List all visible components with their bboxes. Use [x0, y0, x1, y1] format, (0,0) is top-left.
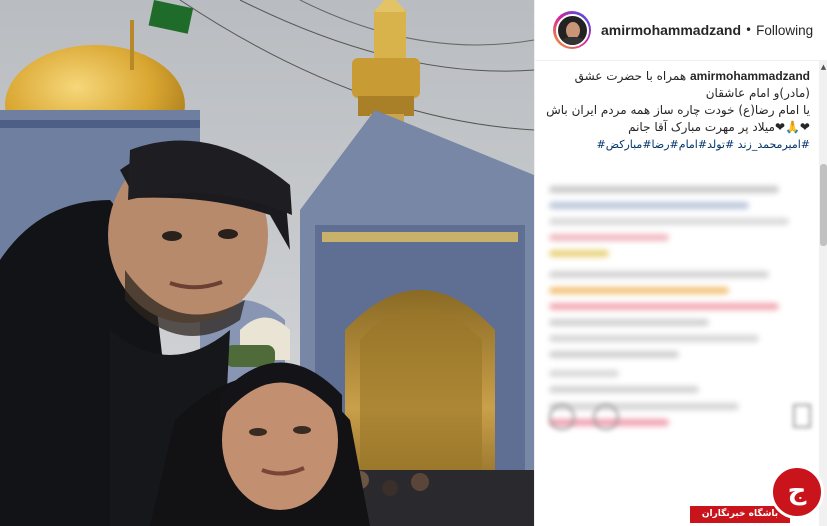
blurred-comments: [549, 186, 794, 435]
watermark-logo-icon: ج: [770, 465, 824, 519]
comments-area: amirmohammadzand همراه با حضرت عشق (مادر…: [535, 68, 827, 526]
caption-line-1: همراه با حضرت عشق: [574, 69, 687, 83]
bookmark-icon[interactable]: [793, 404, 811, 428]
news-agency-watermark: باشگاه خبرنگاران ج: [690, 463, 827, 526]
comments-scrollbar[interactable]: ▲: [819, 60, 827, 526]
caption-username[interactable]: amirmohammadzand: [690, 69, 810, 83]
comment-icon[interactable]: [593, 404, 619, 430]
like-icon[interactable]: [549, 404, 575, 430]
post-header: amirmohammadzand • Following: [535, 0, 827, 61]
post-caption: amirmohammadzand همراه با حضرت عشق (مادر…: [535, 68, 827, 153]
caption-line-3: یا امام رضا(ع) خودت چاره ساز همه مردم ای…: [546, 103, 810, 117]
scrollbar-thumb[interactable]: [820, 164, 827, 246]
caption-line-4: ❤🙏❤میلاد پر مهرت مبارک آقا جانم: [628, 120, 810, 134]
shrine-selfie-image: [0, 0, 534, 526]
header-separator: •: [745, 23, 753, 37]
post-actions: [549, 404, 619, 430]
post-photo[interactable]: [0, 0, 534, 526]
following-button[interactable]: Following: [756, 23, 813, 38]
avatar-image: [555, 13, 589, 47]
caption-line-2: (مادر)و امام عاشقان: [705, 86, 810, 100]
scroll-up-icon[interactable]: ▲: [819, 62, 827, 72]
username-link[interactable]: amirmohammadzand: [601, 22, 741, 38]
caption-hashtags[interactable]: #امیرمحمد_زند #تولد#امام#رضا#مبارکض#: [547, 136, 810, 153]
avatar[interactable]: [553, 11, 591, 49]
post-sidebar: amirmohammadzand • Following amirmohamma…: [534, 0, 827, 526]
